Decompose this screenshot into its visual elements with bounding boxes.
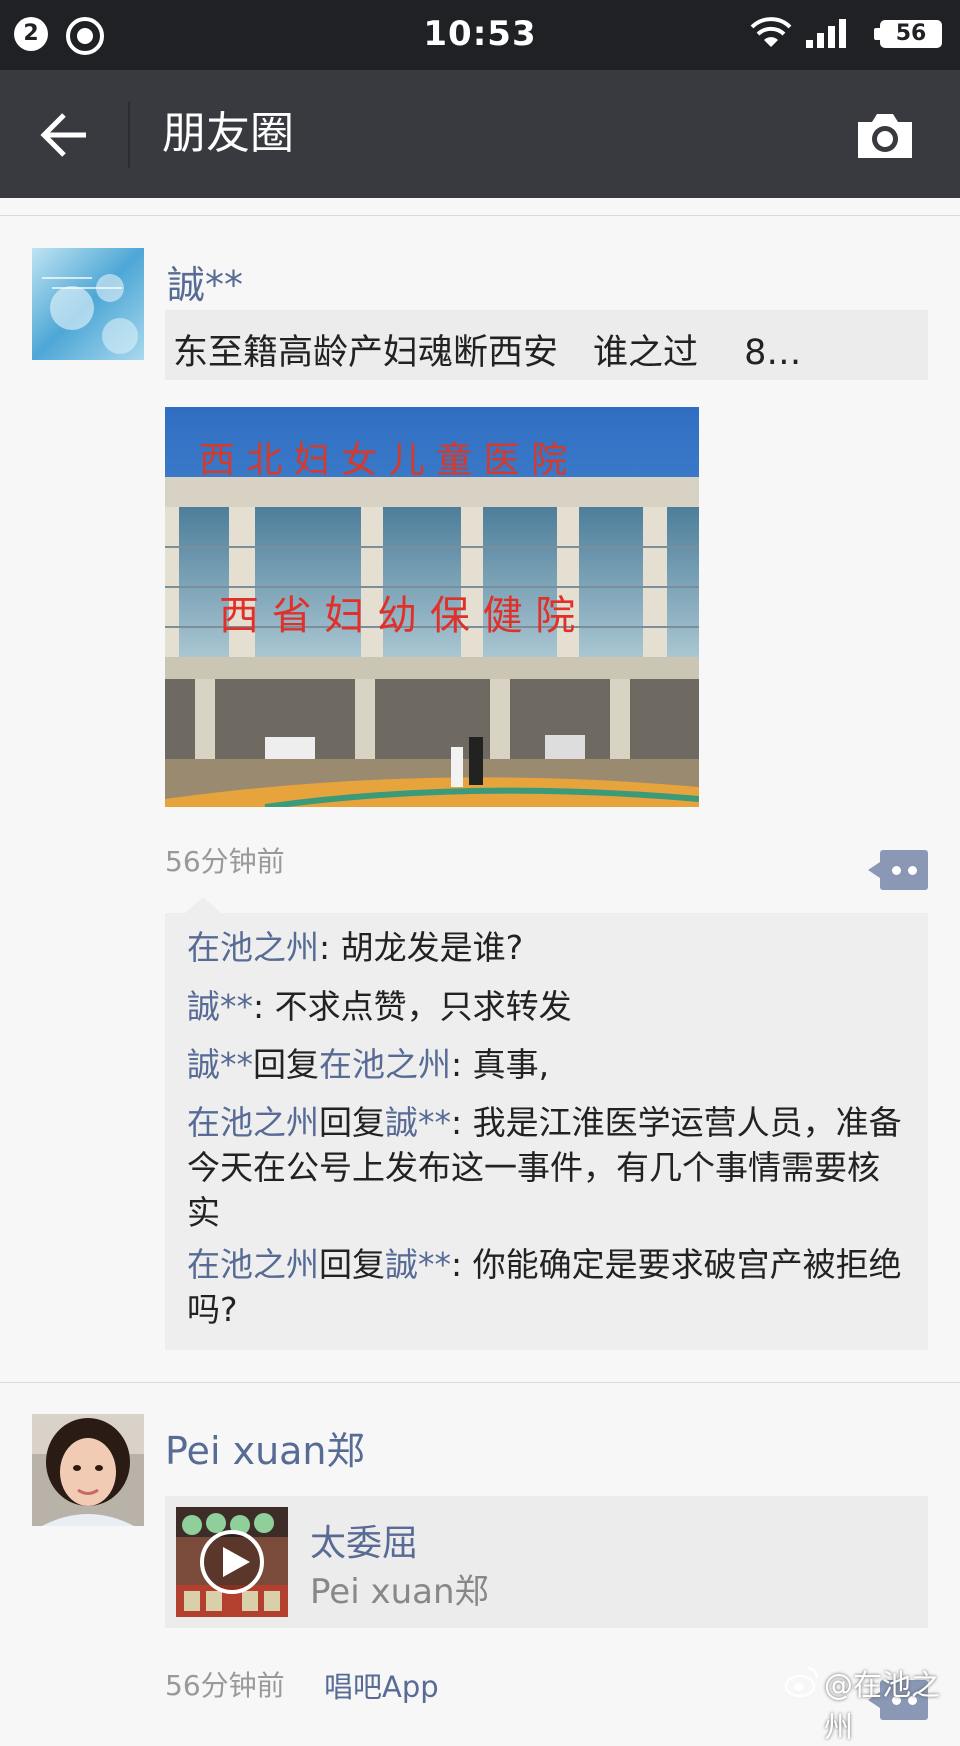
wifi-icon [750,17,792,47]
comment-item[interactable]: 誠**: 不求点赞，只求转发 [187,984,907,1029]
shared-music-card[interactable]: 太委屈 Pei xuan郑 [165,1496,928,1628]
comment-item[interactable]: 在池之州: 胡龙发是谁? [187,925,907,970]
signal-icon [806,19,846,48]
commenter-name[interactable]: 誠** [187,1045,253,1084]
svg-text:西 北 妇 女 儿 童 医 院: 西 北 妇 女 儿 童 医 院 [199,440,567,481]
status-bar: 2 10:53 56 [0,0,960,70]
reply-word: 回复 [253,1045,319,1084]
watermark-text: @在池之州 [824,1668,941,1744]
nav-divider [128,102,130,168]
svg-text:西 省 妇 幼 保 健 院: 西 省 妇 幼 保 健 院 [219,593,575,639]
status-indicators: 56 [750,16,942,52]
comment-text: 胡龙发是谁? [340,928,524,967]
comment-separator: : [451,1045,473,1084]
commenter-name[interactable]: 在池之州 [187,1245,319,1284]
play-icon[interactable] [176,1507,288,1617]
shared-song-artist: Pei xuan郑 [310,1572,489,1612]
comments-pointer [185,897,221,913]
comment-text: 不求点赞，只求转发 [274,987,572,1026]
post-timestamp: 56分钟前 [165,845,285,878]
comment-separator: : [253,987,275,1026]
comment-separator: : [319,928,341,967]
reply-target-name[interactable]: 誠** [385,1245,451,1284]
nav-bar: 朋友圈 [0,70,960,198]
dot-icon [908,866,917,875]
post-author-name[interactable]: Pei xuan郑 [165,1420,365,1475]
comment-action-button[interactable] [868,850,928,890]
source-app-link[interactable]: 唱吧App [324,1664,439,1706]
shared-thumbnail [176,1507,288,1617]
shared-song-title: 太委屈 [310,1523,419,1564]
avatar[interactable] [32,1414,144,1526]
shared-link[interactable]: 东至籍高龄产妇魂断西安 谁之过 8… [165,310,928,380]
comment-text: 真事, [472,1045,550,1084]
post-photo[interactable]: 西 北 妇 女 儿 童 医 院 西 省 妇 幼 保 健 院 [165,407,699,807]
weibo-logo-icon [784,1666,819,1698]
camera-icon[interactable] [854,108,916,162]
reply-target-name[interactable]: 誠** [385,1103,451,1142]
comment-item[interactable]: 在池之州回复誠**: 我是江淮医学运营人员，准备今天在公号上发布这一事件，有几个… [187,1100,907,1235]
comment-separator: : [451,1245,473,1284]
divider [0,215,960,216]
comment-item[interactable]: 誠**回复在池之州: 真事, [187,1042,907,1087]
reply-word: 回复 [319,1245,385,1284]
commenter-name[interactable]: 誠** [187,987,253,1026]
post-divider [0,1382,960,1383]
comment-separator: : [451,1103,473,1142]
avatar[interactable] [32,248,144,360]
comments-section: 在池之州: 胡龙发是谁? 誠**: 不求点赞，只求转发 誠**回复在池之州: 真… [165,913,928,1350]
comment-item[interactable]: 在池之州回复誠**: 你能确定是要求破宫产被拒绝吗? [187,1242,907,1332]
battery-icon: 56 [874,20,942,48]
post-timestamp: 56分钟前 [165,1669,285,1702]
post-author-name[interactable]: 誠** [167,254,243,309]
commenter-name[interactable]: 在池之州 [187,928,319,967]
page-title: 朋友圈 [162,108,294,159]
shared-link-title: 东至籍高龄产妇魂断西安 谁之过 8… [173,333,802,373]
back-arrow-icon[interactable] [40,110,90,160]
dot-icon [892,866,901,875]
reply-target-name[interactable]: 在池之州 [319,1045,451,1084]
reply-word: 回复 [319,1103,385,1142]
commenter-name[interactable]: 在池之州 [187,1103,319,1142]
